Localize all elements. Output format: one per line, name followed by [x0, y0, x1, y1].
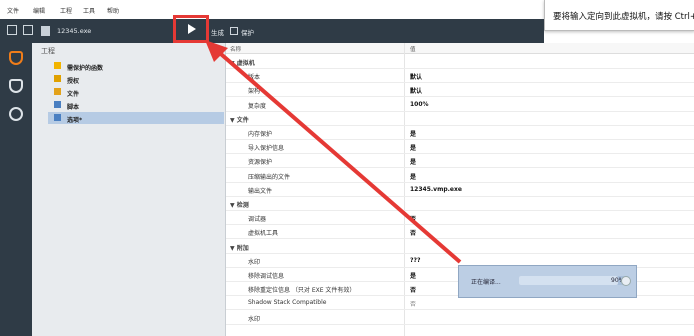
- property-section[interactable]: ▼ 文件: [226, 111, 694, 126]
- property-name: 复杂度: [248, 102, 267, 110]
- column-value: 值: [410, 47, 416, 53]
- info-icon[interactable]: [9, 107, 23, 121]
- property-name: 版本: [248, 74, 261, 82]
- property-name: 架构: [248, 88, 261, 96]
- menu-edit[interactable]: 编辑: [33, 6, 45, 15]
- menu-project[interactable]: 工程: [60, 6, 72, 15]
- star-icon: [54, 62, 61, 69]
- property-section[interactable]: ▼ 附加: [226, 239, 694, 254]
- vm-input-tooltip: 要将输入定向到此虚拟机，请按 Ctrl+: [544, 0, 694, 31]
- property-value[interactable]: ???: [410, 257, 420, 264]
- property-row[interactable]: 虚拟机工具 否: [226, 224, 694, 240]
- menu-file[interactable]: 文件: [7, 6, 19, 15]
- property-value[interactable]: 是: [410, 271, 416, 280]
- file-icon: [54, 88, 61, 95]
- toolbar: 12345.exe 生成 保护: [0, 19, 544, 43]
- property-row[interactable]: 调试器 否: [226, 210, 694, 226]
- property-value[interactable]: 否: [410, 228, 416, 237]
- property-row[interactable]: 输出文件 12345.vmp.exe: [226, 182, 694, 197]
- property-name: 输出文件: [248, 187, 273, 195]
- star-shield-icon[interactable]: [9, 79, 23, 93]
- progress-spinner-icon: [621, 276, 631, 286]
- open-folder-icon[interactable]: [7, 25, 17, 35]
- project-file-name: 12345.exe: [57, 27, 92, 35]
- tree-item-script[interactable]: 脚本: [48, 99, 224, 111]
- project-tree: 工程 需保护的函数 授权 文件 脚本 选项*: [32, 43, 226, 336]
- compile-label[interactable]: 生成: [211, 27, 224, 37]
- property-name: 压缩输出的文件: [248, 173, 291, 181]
- property-name: 资源保护: [248, 159, 273, 167]
- property-value[interactable]: 100%: [410, 101, 429, 108]
- property-name: Shadow Stack Compatible: [248, 299, 327, 307]
- tree-item-label: 文件: [67, 91, 80, 98]
- run-compile-button[interactable]: [173, 15, 209, 43]
- property-row[interactable]: 导入保护信息 是: [226, 139, 694, 155]
- property-value[interactable]: 12345.vmp.exe: [410, 186, 462, 193]
- tree-item-files[interactable]: 文件: [48, 86, 224, 98]
- protect-icon[interactable]: [230, 27, 238, 35]
- property-name: 虚拟机工具: [248, 230, 279, 238]
- property-row[interactable]: 资源保护 是: [226, 153, 694, 169]
- property-value[interactable]: 默认: [410, 86, 422, 95]
- property-name: 水印: [248, 258, 261, 266]
- save-icon[interactable]: [23, 25, 33, 35]
- property-value[interactable]: 否: [410, 285, 416, 294]
- tree-item-label: 选项*: [67, 117, 83, 124]
- menu-tools[interactable]: 工具: [83, 6, 95, 15]
- property-name: ▼ 检测: [230, 202, 249, 209]
- property-row[interactable]: 版本 默认: [226, 68, 694, 84]
- tree-item-options[interactable]: 选项*: [48, 112, 224, 124]
- property-value[interactable]: 是: [410, 143, 416, 152]
- property-row[interactable]: 架构 默认: [226, 82, 694, 98]
- property-name: ▼ 附加: [230, 244, 249, 252]
- menu-help[interactable]: 帮助: [107, 6, 119, 15]
- property-value[interactable]: 否: [410, 299, 416, 308]
- property-name: 移除重定位信息 （只对 EXE 文件有效）: [248, 287, 356, 295]
- tooltip-text: 要将输入定向到此虚拟机，请按 Ctrl+: [553, 12, 694, 22]
- property-name: 水印: [248, 315, 261, 323]
- progress-label: 正在编译...: [471, 279, 501, 286]
- property-name: 内存保护: [248, 131, 273, 138]
- property-name: 调试器: [248, 216, 267, 224]
- tree-item-label: 授权: [67, 78, 80, 85]
- property-section[interactable]: ▼ 虚拟机: [226, 54, 694, 69]
- file-icon: [41, 26, 50, 36]
- progress-fill: [519, 276, 618, 285]
- tree-item-functions[interactable]: 需保护的函数: [48, 60, 224, 72]
- property-name: 移除调试信息: [248, 273, 285, 280]
- protect-label[interactable]: 保护: [241, 27, 254, 37]
- property-name: ▼ 虚拟机: [230, 60, 255, 67]
- property-row[interactable]: 复杂度 100%: [226, 97, 694, 112]
- property-name: ▼ 文件: [230, 116, 249, 124]
- property-value[interactable]: 是: [410, 172, 416, 181]
- left-sidebar: [0, 43, 32, 336]
- tree-item-label: 脚本: [67, 104, 80, 111]
- gear-icon: [54, 114, 61, 121]
- column-name: 名称: [230, 47, 242, 53]
- play-icon: [188, 24, 196, 34]
- property-row[interactable]: 内存保护 是: [226, 125, 694, 140]
- properties-header: 名称 值: [226, 43, 694, 54]
- tree-item-licenses[interactable]: 授权: [48, 73, 224, 85]
- property-section[interactable]: ▼ 检测: [226, 196, 694, 211]
- compile-progress-dialog: 正在编译... 90%: [458, 265, 637, 298]
- tree-item-label: 需保护的函数: [67, 65, 104, 72]
- shield-icon[interactable]: [9, 51, 23, 65]
- property-value[interactable]: 否: [410, 214, 416, 223]
- property-value[interactable]: 默认: [410, 72, 422, 81]
- property-value[interactable]: 是: [410, 157, 416, 166]
- key-icon: [54, 75, 61, 82]
- property-value[interactable]: 是: [410, 129, 416, 138]
- property-name: 导入保护信息: [248, 145, 285, 153]
- property-row[interactable]: 压缩输出的文件 是: [226, 168, 694, 183]
- property-row[interactable]: 水印: [226, 310, 694, 325]
- tree-header: 工程: [41, 47, 55, 55]
- script-icon: [54, 101, 61, 108]
